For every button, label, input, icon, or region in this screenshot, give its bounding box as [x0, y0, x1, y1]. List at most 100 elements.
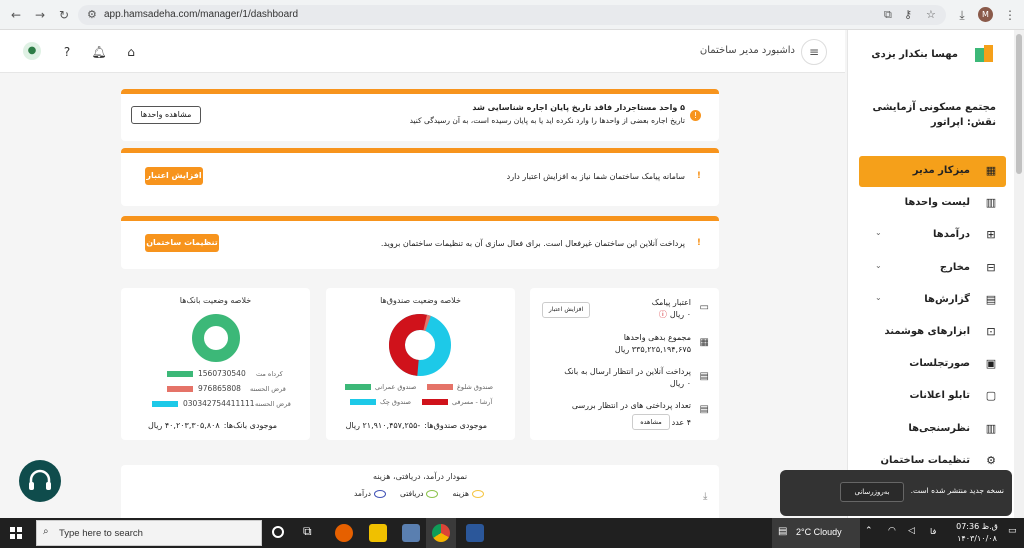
online-payment-value: ۰ ریال — [669, 379, 691, 388]
sidebar-item-label: لیست واحدها — [904, 197, 970, 209]
legend-item-expense[interactable]: هزینه — [452, 489, 484, 498]
download-icon[interactable]: ⤓ — [954, 7, 970, 23]
scrollbar-thumb[interactable] — [1016, 34, 1022, 174]
view-units-button[interactable]: مشاهده واحدها — [131, 106, 201, 124]
legend-marker — [374, 489, 386, 498]
sidebar-item-7[interactable]: ▢ تابلو اعلانات — [859, 381, 1006, 412]
url-text: app.hamsadeha.com/manager/1/dashboard — [104, 9, 299, 20]
robot-icon: ⊡ — [986, 325, 996, 338]
sidebar: مهسا بنکدار یزدی مجتمع مسکونی آزمایشی نق… — [847, 30, 1014, 518]
lease-alert-card: ! ۵ واحد مستاجردار فاقد تاریخ پایان اجار… — [121, 89, 719, 141]
volume-icon[interactable]: ◁ — [908, 526, 915, 536]
task-view-icon[interactable]: ⧉ — [303, 524, 312, 539]
sms-credit-value: ۰ ریال — [669, 310, 691, 319]
funds-balance-label: موجودی صندوق‌ها: — [424, 421, 487, 430]
bank-account-label-2: قرض الحسنه — [250, 385, 286, 393]
sidebar-item-2[interactable]: ⊞ درآمدها ⌄ — [859, 220, 1006, 251]
funds-legend-label-4: صندوق چک — [380, 398, 411, 406]
bank-balance-value: ۴۰,۲۰۳,۳۰۵,۸۰۸ ریال — [147, 421, 220, 430]
exclamation-icon: ! — [696, 171, 701, 181]
sidebar-item-3[interactable]: ⊟ مخارج ⌄ — [859, 253, 1006, 284]
browser-toolbar: ← → ↻ ⚙ app.hamsadeha.com/manager/1/dash… — [0, 0, 1024, 30]
wifi-icon[interactable]: ◠ — [888, 526, 896, 536]
help-icon[interactable]: ? — [59, 44, 75, 60]
firefox-icon[interactable] — [335, 524, 353, 542]
download-chart-icon[interactable]: ⤓ — [703, 491, 707, 502]
install-icon[interactable]: ⧉ — [884, 8, 892, 22]
user-name: مهسا بنکدار یزدی — [871, 49, 958, 60]
update-toast: نسخه جدید منتشر شده است. به‌روزرسانی — [780, 470, 1012, 516]
hamburger-menu-icon[interactable]: ≡ — [801, 39, 827, 65]
chevron-down-icon: ⌄ — [875, 292, 882, 302]
support-headset-button[interactable] — [19, 460, 61, 502]
bank-account-number-3: 030342754411111 — [183, 399, 255, 408]
chrome-taskbar-slot[interactable] — [426, 518, 456, 548]
sidebar-item-5[interactable]: ⊡ ابزارهای هوشمند — [859, 317, 1006, 348]
windows-start-icon[interactable] — [10, 527, 22, 539]
sidebar-item-label: نظرسنجی‌ها — [908, 422, 970, 434]
sidebar-item-0[interactable]: ▦ میزکار مدیر — [859, 156, 1006, 187]
sms-increase-credit-button[interactable]: افزایش اعتبار — [542, 302, 590, 318]
notifications-icon[interactable]: ▭ — [1008, 526, 1017, 536]
sidebar-item-8[interactable]: ▥ نظرسنجی‌ها — [859, 414, 1006, 445]
word-icon[interactable] — [466, 524, 484, 542]
legend-label: هزینه — [452, 489, 469, 498]
back-icon[interactable]: ← — [8, 7, 24, 23]
clock[interactable]: ق.ظ 07:36 ۱۴۰۳/۱۰/۰۸ — [952, 521, 1002, 545]
user-avatar-icon[interactable]: ● — [23, 42, 41, 60]
building-settings-button[interactable]: تنظیمات ساختمان — [145, 234, 219, 252]
kebab-menu-icon[interactable]: ⋮ — [1002, 7, 1018, 23]
reload-icon[interactable]: ↻ — [56, 7, 72, 23]
minutes-icon: ▣ — [985, 357, 997, 371]
sidebar-scrollbar[interactable] — [1014, 30, 1024, 518]
weather-icon: ▤ — [778, 526, 788, 537]
funds-title: خلاصه وضعیت صندوق‌ها — [380, 296, 461, 305]
online-payment-label: پرداخت آنلاین در انتظار ارسال به بانک — [564, 367, 691, 376]
legend-marker — [426, 489, 439, 498]
building-icon: ▥ — [985, 196, 997, 210]
review-label: تعداد پرداختی های در انتظار بررسی — [571, 401, 691, 410]
page-title: داشبورد مدیر ساختمان — [699, 45, 795, 56]
user-role: نقش: اپراتور — [930, 117, 996, 128]
key-icon[interactable]: ⚷ — [904, 8, 912, 21]
legend-item-received[interactable]: دریافتی — [400, 489, 439, 498]
sms-alert-card: ! سامانه پیامک ساختمان شما نیاز به افزای… — [121, 148, 719, 206]
taskbar-search[interactable]: ⌕ Type here to search — [36, 520, 262, 546]
funds-donut-chart — [389, 314, 451, 376]
bank-account-label-3: قرض الحسنه — [255, 400, 291, 408]
sidebar-item-4[interactable]: ▤ گزارش‌ها ⌄ — [859, 285, 1006, 316]
lease-alert-title: ۵ واحد مستاجردار فاقد تاریخ پایان اجاره … — [472, 103, 685, 112]
sidebar-item-label: مخارج — [939, 261, 970, 273]
address-bar[interactable]: ⚙ app.hamsadeha.com/manager/1/dashboard … — [78, 5, 946, 25]
file-explorer-icon[interactable] — [369, 524, 387, 542]
weather-widget[interactable]: ▤ 2°C Cloudy — [772, 518, 860, 548]
sidebar-item-6[interactable]: ▣ صورتجلسات — [859, 349, 1006, 380]
funds-balance-value: -۲۱,۹۱۰,۴۵۷,۲۵۵ ریال — [345, 421, 421, 430]
sidebar-item-1[interactable]: ▥ لیست واحدها — [859, 188, 1006, 219]
profile-avatar[interactable]: M — [978, 7, 993, 22]
search-icon: ⌕ — [43, 526, 49, 537]
chevron-down-icon: ⌄ — [875, 228, 882, 238]
tray-expand-icon[interactable]: ⌃ — [865, 526, 873, 536]
debt-label: مجموع بدهی واحدها — [623, 333, 691, 342]
legend-item-income[interactable]: درآمد — [354, 489, 386, 498]
star-icon[interactable]: ☆ — [926, 8, 936, 21]
funds-legend-swatch-2 — [345, 384, 371, 390]
home-icon[interactable]: ⌂ — [123, 44, 139, 60]
bank-legend-swatch-3 — [152, 401, 178, 407]
message-icon: ▭ — [699, 302, 709, 313]
bell-icon[interactable]: 🔔︎ — [91, 44, 107, 60]
language-indicator[interactable]: فا — [930, 527, 936, 536]
settings-icon: ⚙ — [986, 453, 996, 467]
view-payments-button[interactable]: مشاهده — [632, 414, 670, 430]
legend-label: درآمد — [354, 489, 371, 498]
forward-icon[interactable]: → — [32, 7, 48, 23]
increase-credit-button[interactable]: افزایش اعتبار — [145, 167, 203, 185]
update-button[interactable]: به‌روزرسانی — [840, 482, 904, 502]
funds-legend-swatch-1 — [427, 384, 453, 390]
cortana-icon[interactable] — [272, 526, 284, 538]
app-root: ● ? 🔔︎ ⌂ داشبورد مدیر ساختمان ≡ مهسا بنک… — [0, 30, 1024, 525]
site-settings-icon[interactable]: ⚙ — [87, 8, 97, 21]
app-logo-icon — [975, 45, 993, 62]
app-icon[interactable] — [402, 524, 420, 542]
